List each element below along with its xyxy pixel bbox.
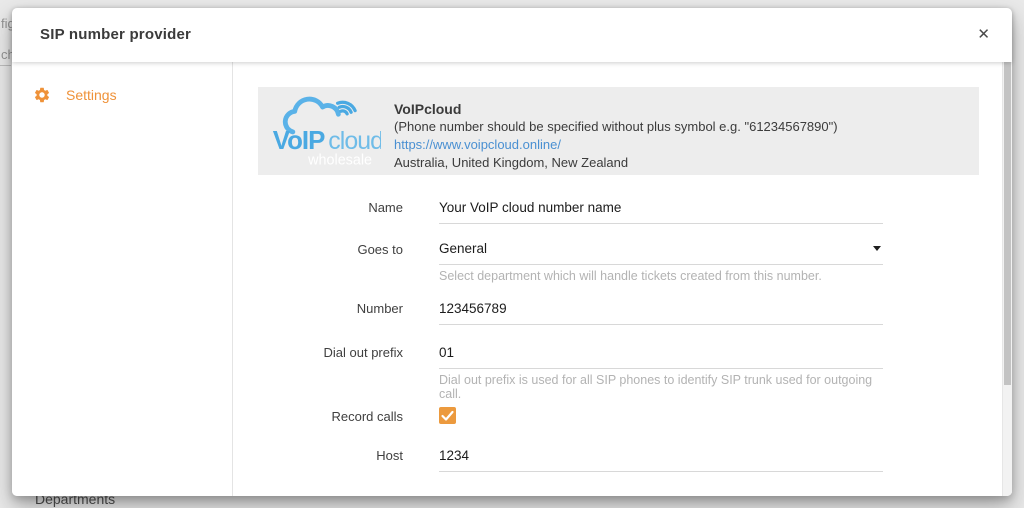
- logo-word-voip: VoIP: [273, 127, 325, 155]
- close-icon[interactable]: ✕: [973, 8, 994, 62]
- vertical-scrollbar[interactable]: [1002, 62, 1012, 496]
- number-input[interactable]: [439, 301, 883, 325]
- host-input[interactable]: [439, 448, 883, 472]
- settings-pane: VoIP cloud wholesale VoIPcloud (Phone nu…: [233, 62, 1012, 496]
- sip-number-provider-dialog: SIP number provider ✕ Settings: [12, 8, 1012, 496]
- provider-description: VoIPcloud (Phone number should be specif…: [394, 100, 838, 172]
- goes-to-select[interactable]: General: [439, 241, 883, 265]
- dialog-header: SIP number provider ✕: [12, 8, 1012, 62]
- host-label: Host: [233, 448, 403, 463]
- dialog-sidebar: Settings: [12, 62, 233, 496]
- goes-to-helper: Select department which will handle tick…: [439, 269, 883, 283]
- scrollbar-thumb[interactable]: [1004, 62, 1011, 385]
- dial-out-prefix-input[interactable]: [439, 345, 883, 369]
- provider-info-box: VoIP cloud wholesale VoIPcloud (Phone nu…: [258, 87, 979, 175]
- check-icon: [439, 407, 456, 424]
- logo-word-cloud: cloud: [328, 127, 381, 155]
- provider-regions: Australia, United Kingdom, New Zealand: [394, 154, 838, 172]
- number-label: Number: [233, 301, 403, 316]
- dialog-title: SIP number provider: [40, 8, 191, 62]
- name-input[interactable]: [439, 200, 883, 224]
- goes-to-value: General: [439, 241, 487, 256]
- background-input-underline: [0, 65, 11, 66]
- voipcloud-logo: VoIP cloud wholesale: [266, 91, 381, 171]
- sidebar-item-settings[interactable]: Settings: [12, 86, 232, 104]
- dialog-body: Settings VoIP cloud wh: [12, 62, 1012, 496]
- provider-name: VoIPcloud: [394, 100, 838, 118]
- dial-out-prefix-label: Dial out prefix: [233, 345, 403, 360]
- logo-word-wholesale: wholesale: [307, 153, 372, 169]
- provider-note: (Phone number should be specified withou…: [394, 118, 838, 136]
- provider-url-link[interactable]: https://www.voipcloud.online/: [394, 136, 838, 154]
- record-calls-label: Record calls: [233, 409, 403, 424]
- sidebar-item-label: Settings: [66, 87, 117, 103]
- gear-icon: [33, 86, 51, 104]
- dial-out-prefix-helper: Dial out prefix is used for all SIP phon…: [439, 373, 883, 401]
- goes-to-label: Goes to: [233, 242, 403, 257]
- name-label: Name: [233, 200, 403, 215]
- record-calls-checkbox[interactable]: [439, 407, 456, 424]
- chevron-down-icon: [873, 246, 881, 251]
